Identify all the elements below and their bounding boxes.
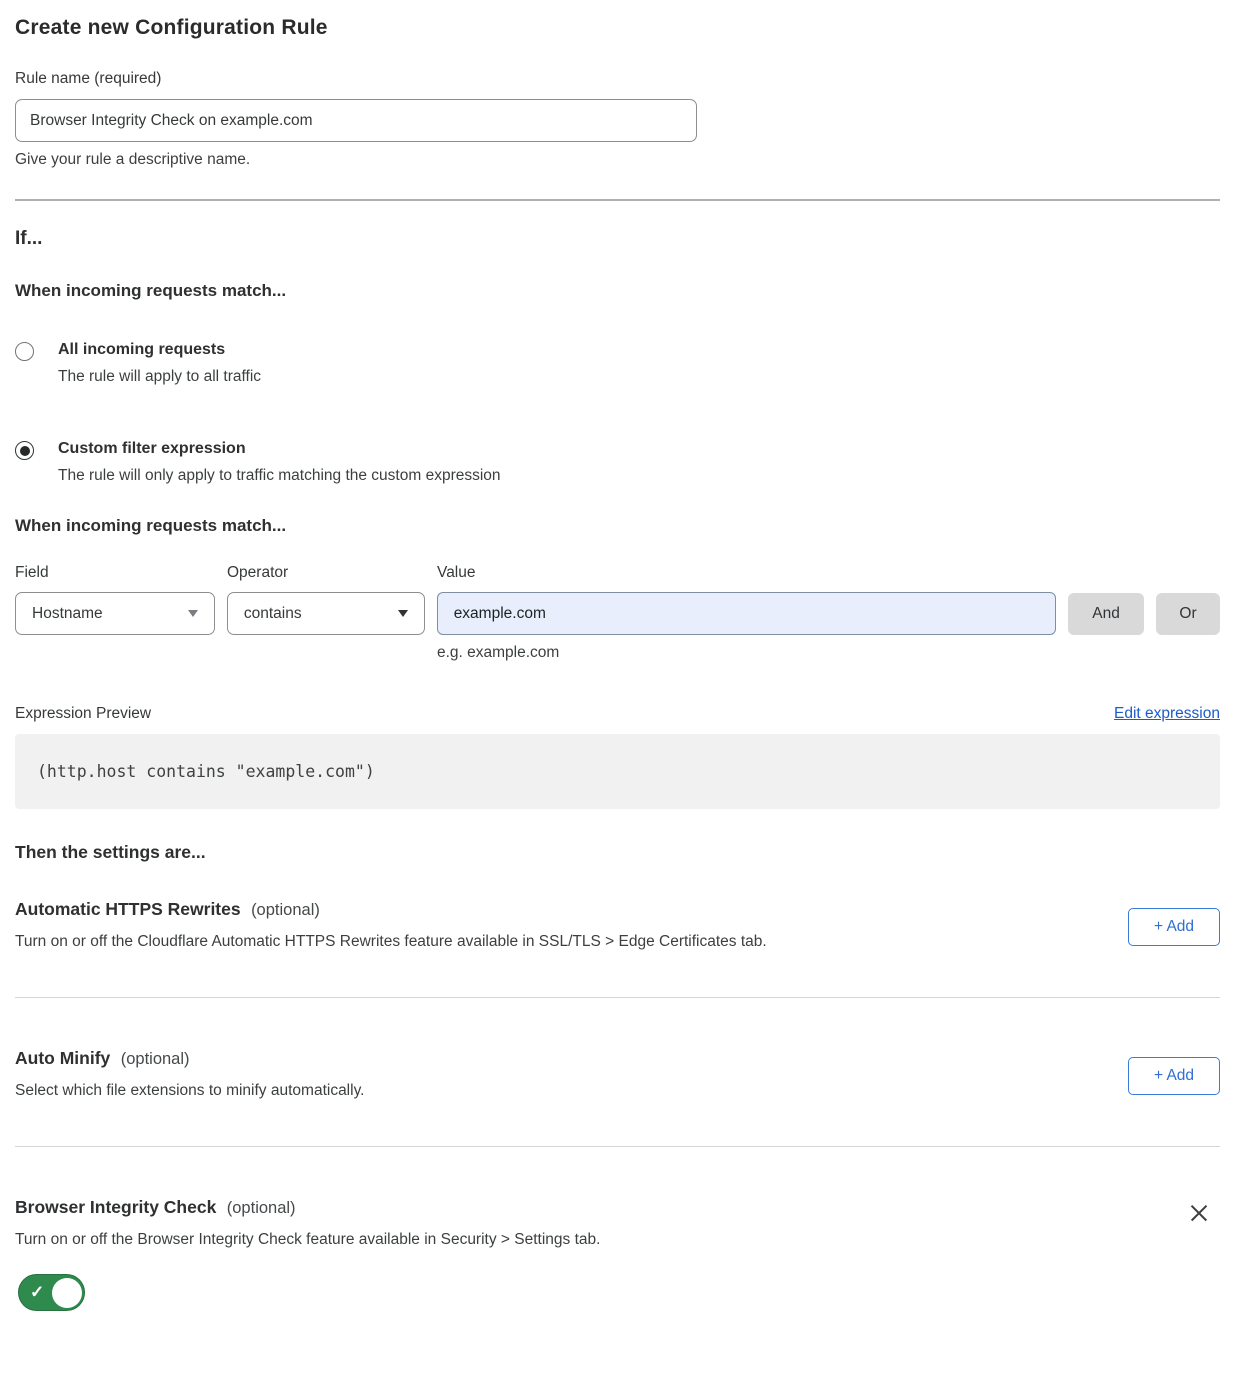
setting-description: Turn on or off the Browser Integrity Che… xyxy=(15,1231,600,1249)
radio-label[interactable]: All incoming requests xyxy=(58,341,261,359)
then-settings-heading: Then the settings are... xyxy=(15,842,1220,863)
and-button[interactable]: And xyxy=(1068,593,1144,635)
radio-option-custom-filter-expression[interactable]: Custom filter expression The rule will o… xyxy=(15,440,1220,485)
value-hint: e.g. example.com xyxy=(437,644,1220,662)
add-auto-minify-button[interactable]: + Add xyxy=(1128,1057,1220,1095)
incoming-requests-match-heading: When incoming requests match... xyxy=(15,281,1220,301)
value-input[interactable] xyxy=(437,592,1056,635)
setting-title: Automatic HTTPS Rewrites xyxy=(15,899,241,919)
edit-expression-link[interactable]: Edit expression xyxy=(1114,705,1220,723)
radio-label[interactable]: Custom filter expression xyxy=(58,440,501,458)
rule-name-input[interactable] xyxy=(15,99,697,142)
chevron-down-icon xyxy=(188,610,198,617)
field-select[interactable]: Hostname xyxy=(15,592,215,635)
page-title: Create new Configuration Rule xyxy=(15,16,1220,40)
toggle-knob xyxy=(52,1278,82,1308)
setting-divider xyxy=(15,1146,1220,1147)
rule-name-label: Rule name (required) xyxy=(15,70,1220,88)
close-icon[interactable] xyxy=(1188,1202,1210,1224)
setting-optional-tag: (optional) xyxy=(121,1050,190,1068)
expression-builder-heading: When incoming requests match... xyxy=(15,516,1220,536)
setting-title: Browser Integrity Check xyxy=(15,1197,216,1217)
operator-label: Operator xyxy=(227,564,437,582)
rule-name-help: Give your rule a descriptive name. xyxy=(15,151,1220,169)
field-select-value: Hostname xyxy=(32,605,103,623)
setting-automatic-https-rewrites: Automatic HTTPS Rewrites (optional) Turn… xyxy=(15,899,1220,951)
section-divider xyxy=(15,199,1220,201)
setting-auto-minify: Auto Minify (optional) Select which file… xyxy=(15,1048,1220,1100)
create-configuration-rule-form: Create new Configuration Rule Rule name … xyxy=(0,0,1237,1316)
setting-description: Select which file extensions to minify a… xyxy=(15,1082,364,1100)
operator-select[interactable]: contains xyxy=(227,592,425,635)
radio-option-all-incoming-requests[interactable]: All incoming requests The rule will appl… xyxy=(15,341,1220,386)
radio-all-incoming-requests[interactable] xyxy=(15,342,34,361)
field-label: Field xyxy=(15,564,227,582)
expression-preview-label: Expression Preview xyxy=(15,705,151,723)
operator-select-value: contains xyxy=(244,605,302,623)
setting-browser-integrity-check: Browser Integrity Check (optional) Turn … xyxy=(15,1197,1220,1316)
check-icon: ✓ xyxy=(30,1282,44,1302)
setting-divider xyxy=(15,997,1220,998)
setting-optional-tag: (optional) xyxy=(251,901,320,919)
setting-description: Turn on or off the Cloudflare Automatic … xyxy=(15,933,767,951)
setting-optional-tag: (optional) xyxy=(227,1199,296,1217)
if-heading: If... xyxy=(15,228,1220,250)
setting-title: Auto Minify xyxy=(15,1048,110,1068)
browser-integrity-check-toggle[interactable]: ✓ xyxy=(18,1274,85,1311)
expression-preview-code-block: (http.host contains "example.com") xyxy=(15,734,1220,809)
expression-code: (http.host contains "example.com") xyxy=(37,762,375,781)
or-button[interactable]: Or xyxy=(1156,593,1220,635)
chevron-down-icon xyxy=(398,610,408,617)
radio-description: The rule will apply to all traffic xyxy=(58,368,261,386)
add-automatic-https-rewrites-button[interactable]: + Add xyxy=(1128,908,1220,946)
radio-description: The rule will only apply to traffic matc… xyxy=(58,467,501,485)
radio-custom-filter-expression[interactable] xyxy=(15,441,34,460)
value-label: Value xyxy=(437,564,476,582)
